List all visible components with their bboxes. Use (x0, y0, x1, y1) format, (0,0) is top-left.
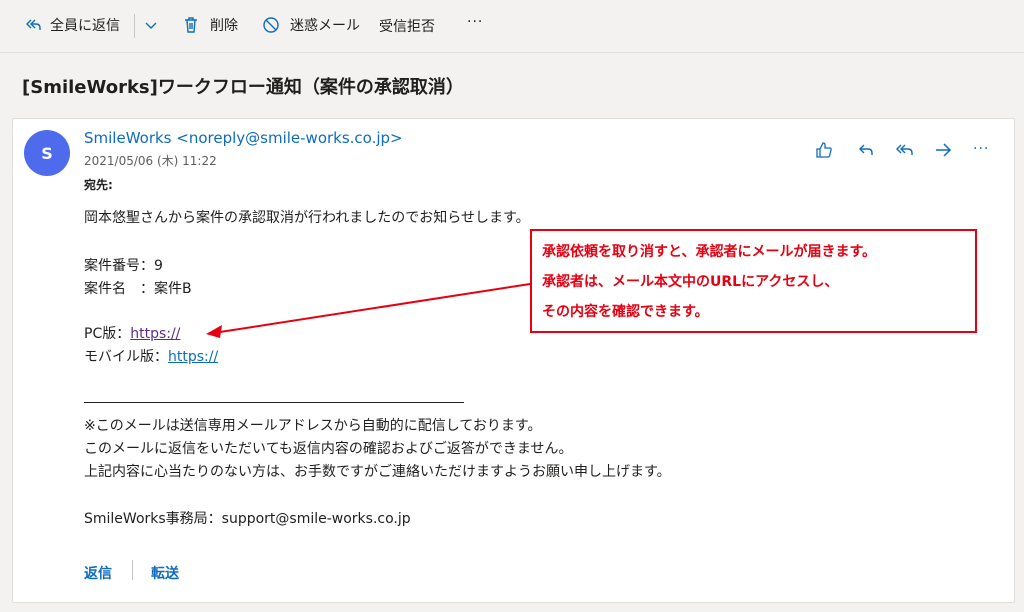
annotation-callout: 承認依頼を取り消すと、承認者にメールが届きます。 承認者は、メール本文中のURL… (530, 229, 977, 333)
block-sender-label: 受信拒否 (379, 19, 435, 35)
forward-icon (933, 143, 953, 164)
avatar[interactable]: S (24, 130, 70, 176)
more-options-button[interactable]: ··· (467, 14, 483, 30)
reply-all-icon (24, 16, 42, 34)
signature-divider (84, 402, 464, 403)
signature: SmileWorks事務局：support@smile-works.co.jp (84, 511, 411, 527)
mobile-label: モバイル版： (84, 349, 168, 365)
recipient-label: 宛先: (84, 178, 113, 192)
body-intro: 岡本悠聖さんから案件の承認取消が行われましたのでお知らせします。 (84, 210, 530, 226)
mobile-url-row: モバイル版：https:// (84, 346, 218, 366)
command-bar: 全員に返信 削除 迷惑メール 受信拒否 ··· (0, 0, 1024, 53)
notice-line-1: ※このメールは送信専用メールアドレスから自動的に配信しております。 (84, 418, 542, 434)
block-sender-button[interactable]: 受信拒否 (379, 16, 435, 36)
pc-url-row: PC版：https:// (84, 323, 180, 343)
callout-line-1: 承認依頼を取り消すと、承認者にメールが届きます。 (542, 244, 877, 260)
junk-label: 迷惑メール (290, 18, 360, 34)
chevron-down-icon (143, 17, 159, 33)
more-actions-button[interactable]: ··· (973, 138, 989, 157)
more-icon: ··· (973, 141, 990, 157)
message-subject: [SmileWorks]ワークフロー通知（案件の承認取消） (22, 77, 464, 98)
delete-button[interactable]: 削除 (182, 15, 238, 35)
reply-icon-button[interactable] (856, 140, 876, 164)
reply-options-dropdown[interactable] (143, 17, 159, 33)
toolbar-divider (134, 14, 135, 38)
pc-url-link[interactable]: https:// (130, 326, 180, 342)
trash-icon (182, 16, 200, 34)
reply-all-button[interactable]: 全員に返信 (24, 15, 120, 35)
forward-icon-button[interactable] (933, 140, 953, 164)
sender-name[interactable]: SmileWorks <noreply@smile-works.co.jp> (84, 129, 403, 147)
junk-button[interactable]: 迷惑メール (262, 15, 360, 35)
footer-divider (132, 560, 133, 580)
notice-line-2: このメールに返信をいただいても返信内容の確認およびご返答ができません。 (84, 441, 573, 457)
mobile-url-link[interactable]: https:// (168, 349, 218, 365)
like-icon (814, 142, 834, 164)
block-icon (262, 16, 280, 34)
notice-line-3: 上記内容に心当たりのない方は、お手数ですがご連絡いただけますようお願い申し上げま… (84, 464, 671, 480)
reply-icon (856, 144, 876, 164)
pc-label: PC版： (84, 326, 131, 342)
more-icon: ··· (467, 14, 484, 30)
reply-all-label: 全員に返信 (50, 18, 120, 34)
message-date: 2021/05/06 (木) 11:22 (84, 154, 217, 168)
case-number: 案件番号：9 (84, 258, 163, 274)
case-name: 案件名 ：案件B (84, 281, 192, 297)
reply-all-icon (894, 144, 916, 164)
delete-label: 削除 (210, 18, 238, 34)
callout-line-3: その内容を確認できます。 (542, 304, 709, 320)
reply-all-icon-button[interactable] (894, 140, 916, 164)
like-button[interactable] (814, 140, 834, 164)
callout-line-2: 承認者は、メール本文中のURLにアクセスし、 (542, 274, 839, 290)
reply-button[interactable]: 返信 (84, 563, 112, 583)
forward-button[interactable]: 転送 (151, 563, 179, 583)
